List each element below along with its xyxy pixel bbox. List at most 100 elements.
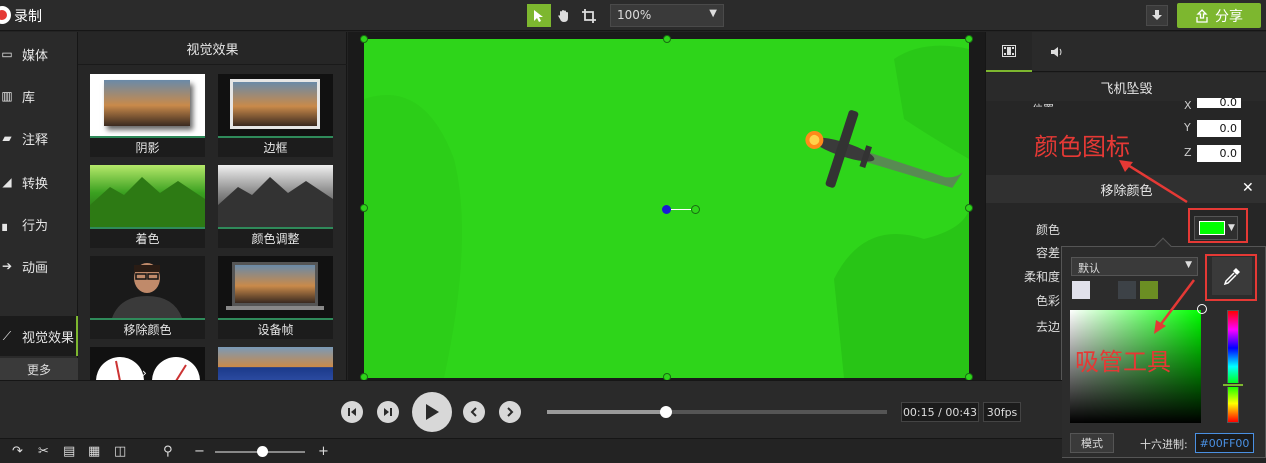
tab-audio-properties[interactable] — [1034, 32, 1080, 72]
sidebar-item-media[interactable]: ▭ 媒体 — [0, 34, 78, 74]
mountain-image — [218, 177, 333, 227]
next-button[interactable] — [499, 401, 521, 423]
hue-label: 色彩 — [1036, 294, 1061, 308]
mode-button[interactable]: 模式 — [1070, 433, 1114, 453]
effect-thumbnail — [218, 256, 333, 318]
annotation-arrow — [1119, 160, 1188, 204]
resize-handle-t[interactable] — [663, 35, 671, 43]
annotation-box-color — [1188, 208, 1248, 243]
effect-thumbnail — [218, 347, 333, 380]
color-preset-value: 默认 — [1078, 262, 1100, 275]
record-icon[interactable] — [0, 6, 11, 24]
effect-tile-landscape[interactable] — [218, 347, 333, 380]
more-button[interactable]: 更多 — [0, 358, 78, 380]
scrubber-thumb[interactable] — [660, 406, 672, 418]
sidebar-item-label: 动画 — [22, 260, 49, 276]
color-preset-select[interactable]: 默认 ▼ — [1071, 257, 1198, 276]
clock-icon: › — [96, 357, 200, 380]
visual-effects-icon: ⟋ — [2, 328, 12, 343]
hue-slider[interactable] — [1227, 310, 1239, 423]
split-icon[interactable]: ◫ — [114, 444, 126, 459]
effect-thumbnail: › — [90, 347, 205, 380]
annotation-arrow — [1154, 279, 1195, 334]
sidebar-nav: ▭ 媒体 ▥ 库 ▰ 注释 ◢ 转换 ▖ 行为 ➔ 动画 ⟋ 视觉效果 更多 — [0, 32, 78, 380]
effect-tile-clock[interactable]: › — [90, 347, 205, 380]
chevron-left-icon — [470, 407, 477, 417]
x-input[interactable]: 0.0 — [1197, 97, 1241, 108]
timeline-zoom-thumb[interactable] — [257, 446, 268, 457]
step-forward-button[interactable] — [377, 401, 399, 423]
effect-tile-label: 阴影 — [90, 136, 205, 157]
swatch-dark[interactable] — [1118, 281, 1136, 299]
tolerance-label: 容差 — [1036, 246, 1061, 260]
close-icon[interactable]: ✕ — [1242, 180, 1254, 196]
sidebar-item-animations[interactable]: ➔ 动画 — [0, 246, 78, 286]
rotation-handle[interactable] — [691, 205, 700, 214]
zoom-value: 100% — [617, 8, 652, 22]
step-back-icon — [348, 408, 356, 416]
crop-icon — [582, 8, 596, 23]
tab-visual-properties[interactable] — [986, 32, 1032, 72]
effect-tile-shadow[interactable]: 阴影 — [90, 74, 205, 157]
hex-input[interactable]: #00FF00 — [1195, 433, 1254, 453]
resize-handle-l[interactable] — [360, 204, 368, 212]
zoom-in-icon[interactable]: + — [318, 444, 329, 459]
redo-icon[interactable]: ↷ — [12, 444, 23, 459]
resize-handle-r[interactable] — [965, 204, 973, 212]
play-button[interactable] — [412, 392, 452, 432]
sidebar-item-library[interactable]: ▥ 库 — [0, 76, 78, 116]
sidebar-item-visual-effects[interactable]: ⟋ 视觉效果 — [0, 316, 78, 356]
previous-button[interactable] — [463, 401, 485, 423]
step-back-button[interactable] — [341, 401, 363, 423]
effect-tile-label: 着色 — [90, 227, 205, 248]
paste-icon[interactable]: ▦ — [88, 444, 100, 459]
effect-tile-colorize[interactable]: 着色 — [90, 165, 205, 248]
library-icon: ▥ — [1, 89, 13, 103]
sidebar-item-annotations[interactable]: ▰ 注释 — [0, 118, 78, 158]
z-input[interactable]: 0.0 — [1197, 145, 1241, 162]
zoom-select[interactable]: 100% ▼ — [610, 4, 724, 27]
cut-icon[interactable]: ✂ — [38, 444, 49, 459]
fps-display: 30fps — [983, 402, 1021, 422]
effect-tile-color-adjust[interactable]: 颜色调整 — [218, 165, 333, 248]
crop-tool-button[interactable] — [577, 4, 601, 27]
download-button[interactable] — [1146, 5, 1168, 26]
speaker-icon — [1051, 47, 1062, 57]
effect-tile-border[interactable]: 边框 — [218, 74, 333, 157]
effect-tile-remove-color[interactable]: 移除颜色 — [90, 256, 205, 339]
zoom-out-icon[interactable]: − — [194, 444, 205, 459]
effect-thumbnail — [90, 256, 205, 318]
sidebar-item-transitions[interactable]: ◢ 转换 — [0, 162, 78, 202]
y-input[interactable]: 0.0 — [1197, 120, 1241, 137]
chevron-down-icon: ▼ — [709, 8, 717, 19]
sidebar-item-label: 行为 — [22, 218, 49, 234]
resize-handle-tl[interactable] — [360, 35, 368, 43]
anchor-point[interactable] — [662, 205, 671, 214]
transition-icon: ◢ — [2, 175, 12, 189]
effect-tile-label: 设备帧 — [218, 318, 333, 339]
step-forward-icon — [384, 408, 392, 416]
effects-panel: 视觉效果 阴影 边框 着色 颜色调整 移除颜色 设备帧 › — [78, 32, 423, 380]
rotation-line — [671, 209, 691, 210]
effect-tile-device-frame[interactable]: 设备帧 — [218, 256, 333, 339]
annotation-icon: ▰ — [2, 131, 12, 145]
media-icon: ▭ — [1, 47, 13, 61]
mountain-image — [90, 177, 205, 227]
swatch-light[interactable] — [1072, 281, 1090, 299]
pan-tool-button[interactable] — [552, 4, 576, 27]
hue-slider-thumb[interactable] — [1222, 383, 1244, 387]
record-label[interactable]: 录制 — [14, 6, 42, 26]
copy-icon[interactable]: ▤ — [63, 444, 75, 459]
video-preview[interactable] — [364, 39, 969, 378]
select-tool-button[interactable] — [527, 4, 551, 27]
annotation-box-eyedropper — [1205, 254, 1257, 301]
person-image — [112, 263, 182, 318]
search-icon[interactable]: ⚲ — [163, 444, 173, 459]
resize-handle-tr[interactable] — [965, 35, 973, 43]
defringe-label: 去边 — [1036, 320, 1061, 334]
sidebar-item-behaviors[interactable]: ▖ 行为 — [0, 204, 78, 244]
timeline-scrubber[interactable] — [547, 406, 887, 418]
annotation-eyedropper: 吸管工具 — [1075, 348, 1171, 376]
share-button[interactable]: 分享 — [1177, 3, 1261, 28]
sidebar-item-label: 转换 — [22, 176, 49, 192]
